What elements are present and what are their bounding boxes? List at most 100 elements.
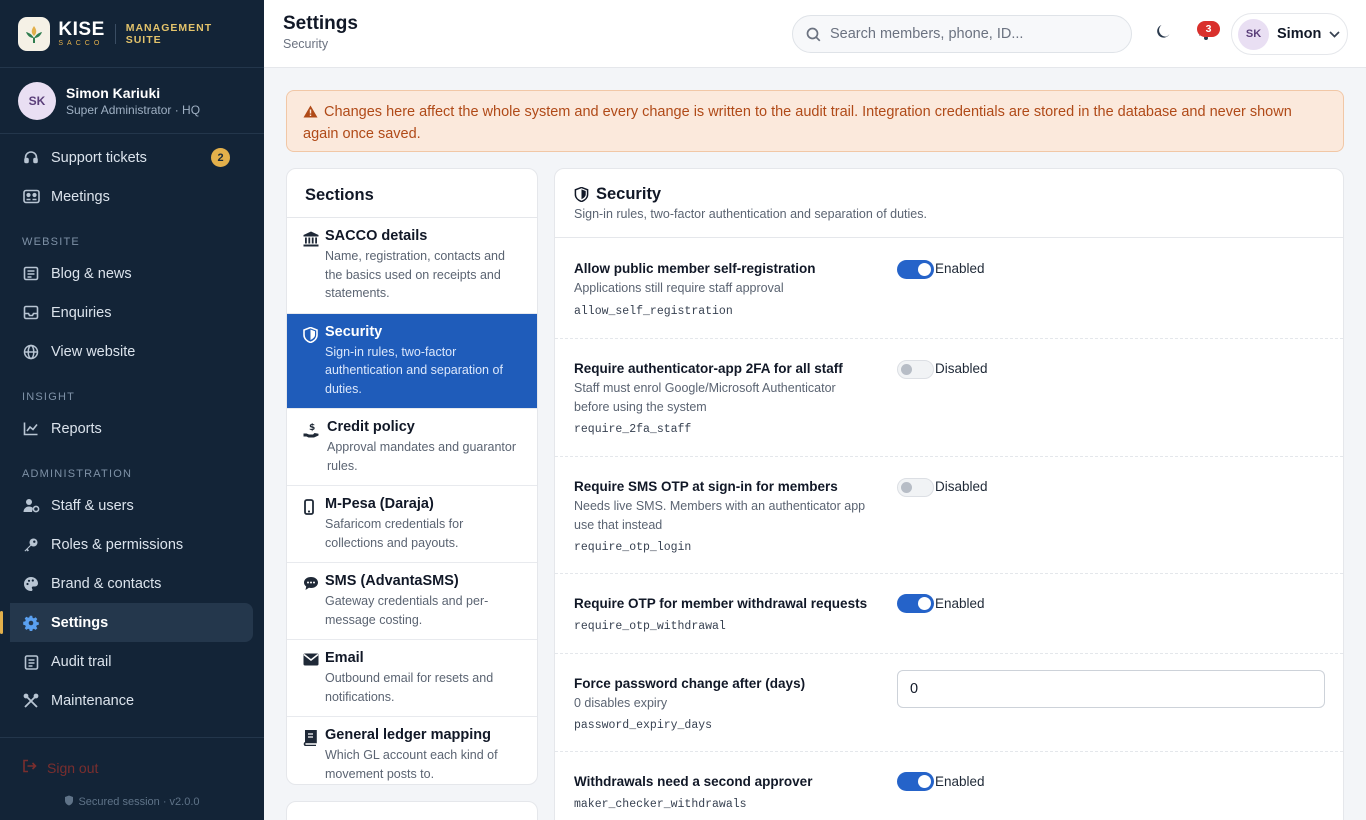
section-desc: Approval mandates and guarantor rules.: [327, 440, 517, 473]
setting-key: require_2fa_staff: [574, 423, 692, 436]
alert-text: Changes here affect the whole system and…: [303, 104, 1292, 142]
setting-label: Require SMS OTP at sign-in for members: [574, 479, 838, 494]
section-title: General ledger mapping: [325, 727, 491, 743]
sidebar-item-staff[interactable]: Staff & users: [0, 486, 253, 525]
toggle-state: Enabled: [935, 774, 985, 789]
svg-text:$: $: [309, 423, 315, 433]
setting-label: Withdrawals need a second approver: [574, 774, 813, 789]
search-input[interactable]: [830, 26, 1120, 42]
inbox-icon: [22, 304, 40, 322]
moon-icon: [1157, 25, 1170, 38]
brand-divider: [114, 23, 116, 44]
setting-key: require_otp_withdrawal: [574, 620, 726, 633]
sms-icon: [303, 576, 319, 592]
setting-key: password_expiry_days: [574, 719, 713, 732]
section-desc: Safaricom credentials for collections an…: [325, 517, 464, 550]
user-name: Simon Kariuki: [66, 84, 161, 101]
panel-subtitle: Sign-in rules, two-factor authentication…: [574, 207, 927, 221]
section-title: M-Pesa (Daraja): [325, 496, 434, 512]
line-chart-icon: [22, 420, 40, 438]
section-title: SACCO details: [325, 228, 428, 244]
sidebar-user: SK Simon Kariuki Super Administrator · H…: [0, 68, 264, 134]
section-gl-mapping[interactable]: General ledger mapping Which GL account …: [287, 717, 537, 784]
toggle-switch[interactable]: [897, 260, 934, 279]
setting-help: 0 disables expiry: [574, 696, 668, 710]
brand-logo-icon: [18, 16, 51, 51]
sidebar-item-label: Settings: [51, 614, 109, 631]
section-sacco-details[interactable]: SACCO details Name, registration, contac…: [287, 218, 537, 314]
brand-title: KISE: [58, 19, 105, 40]
dark-mode-toggle[interactable]: [1154, 23, 1176, 45]
section-mpesa[interactable]: M-Pesa (Daraja) Safaricom credentials fo…: [287, 486, 537, 563]
user-role: Super Administrator · HQ: [66, 102, 201, 117]
nav-section-website: WEBSITE: [22, 236, 80, 248]
brand-name: KISE SACCO: [58, 20, 104, 47]
toggle-switch[interactable]: [897, 478, 934, 497]
sign-out-icon: [22, 759, 37, 776]
section-desc: Name, registration, contacts and the bas…: [325, 249, 505, 300]
section-title: Security: [325, 323, 383, 340]
newspaper-icon: [22, 265, 40, 283]
sidebar-item-reports[interactable]: Reports: [0, 409, 253, 448]
toggle-state: Disabled: [935, 361, 988, 376]
toggle-switch[interactable]: [897, 772, 934, 791]
clipboard-icon: [22, 653, 40, 671]
sidebar-item-maintenance[interactable]: Maintenance: [0, 681, 253, 720]
section-credit-policy[interactable]: $ Credit policy Approval mandates and gu…: [287, 409, 537, 486]
setting-key: allow_self_registration: [574, 305, 733, 318]
section-title: Email: [325, 650, 364, 666]
section-desc: Outbound email for resets and notificati…: [325, 671, 494, 704]
setting-row-self-registration: Allow public member self-registration Ap…: [555, 238, 1343, 339]
security-settings-panel: Security Sign-in rules, two-factor authe…: [554, 168, 1344, 820]
avatar: SK: [1238, 18, 1269, 50]
sign-out-button[interactable]: Sign out: [22, 759, 98, 776]
toggle-state: Disabled: [935, 479, 988, 494]
bank-icon: [303, 231, 319, 247]
section-email[interactable]: Email Outbound email for resets and noti…: [287, 640, 537, 717]
system-warning-alert: Changes here affect the whole system and…: [286, 90, 1344, 152]
sidebar-item-label: Audit trail: [51, 653, 112, 670]
sidebar-item-label: Staff & users: [51, 497, 134, 514]
sidebar-item-meetings[interactable]: Meetings: [0, 177, 253, 216]
sidebar-item-blog[interactable]: Blog & news: [0, 254, 253, 293]
section-sms[interactable]: SMS (AdvantaSMS) Gateway credentials and…: [287, 563, 537, 640]
password-expiry-input[interactable]: [897, 670, 1325, 708]
sidebar-item-support-tickets[interactable]: Support tickets 2: [0, 138, 253, 177]
support-count-badge: 2: [211, 148, 230, 167]
section-desc: Which GL account each kind of movement p…: [325, 748, 498, 781]
sidebar-item-label: Reports: [51, 420, 102, 437]
sidebar-item-enquiries[interactable]: Enquiries: [0, 293, 253, 332]
sidebar: KISE SACCO MANAGEMENT SUITE SK Simon Kar…: [0, 0, 264, 820]
nav-section-insight: INSIGHT: [22, 391, 76, 403]
sidebar-item-roles[interactable]: Roles & permissions: [0, 525, 253, 564]
session-status: Secured session · v2.0.0: [0, 795, 264, 808]
search-box[interactable]: [792, 15, 1132, 53]
panel-header: Security Sign-in rules, two-factor authe…: [555, 169, 1343, 238]
sidebar-item-settings[interactable]: Settings: [0, 603, 253, 642]
setting-label: Require OTP for member withdrawal reques…: [574, 596, 868, 611]
gear-icon: [22, 614, 40, 632]
toggle-switch[interactable]: [897, 594, 934, 613]
sidebar-item-audit-trail[interactable]: Audit trail: [0, 642, 253, 681]
nav-section-administration: ADMINISTRATION: [22, 468, 133, 480]
tools-icon: [22, 692, 40, 710]
sidebar-item-brand-contacts[interactable]: Brand & contacts: [0, 564, 253, 603]
hand-coin-icon: $: [303, 422, 319, 438]
setting-key: require_otp_login: [574, 541, 692, 554]
sidebar-item-view-website[interactable]: View website: [0, 332, 253, 371]
page-title: Settings: [283, 13, 358, 34]
setting-row-maker-checker: Withdrawals need a second approver maker…: [555, 752, 1343, 820]
section-security[interactable]: Security Sign-in rules, two-factor authe…: [287, 313, 537, 409]
sections-heading: Sections: [287, 169, 537, 218]
brand-header: KISE SACCO MANAGEMENT SUITE: [0, 0, 264, 68]
panel-title-text: Security: [596, 185, 662, 203]
sidebar-item-label: Enquiries: [51, 304, 112, 321]
sidebar-item-label: Maintenance: [51, 692, 135, 709]
setting-label: Require authenticator-app 2FA for all st…: [574, 361, 843, 376]
toggle-state: Enabled: [935, 261, 985, 276]
toggle-switch[interactable]: [897, 360, 934, 379]
globe-icon: [22, 343, 40, 361]
user-menu-button[interactable]: SK Simon: [1231, 13, 1348, 55]
ledger-book-icon: [303, 729, 319, 747]
sidebar-footer: Sign out Secured session · v2.0.0: [0, 737, 264, 820]
